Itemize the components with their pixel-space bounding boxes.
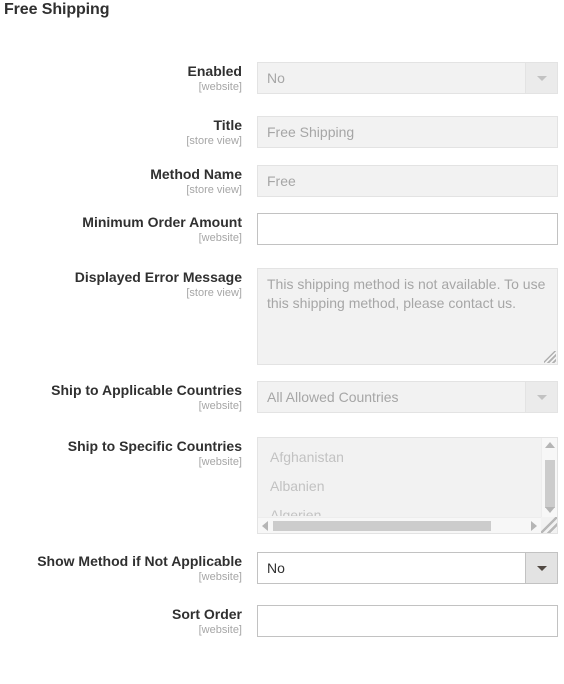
- chevron-down-icon: [536, 395, 547, 400]
- horizontal-scrollbar[interactable]: [258, 517, 541, 533]
- field-label-ship-to-applicable-countries: Ship to Applicable Countries [website]: [0, 382, 242, 413]
- chevron-down-icon: [536, 76, 547, 81]
- list-item[interactable]: Afghanistan: [258, 443, 540, 472]
- form-row-method-name: Method Name [store view] Free: [0, 159, 564, 207]
- field-control-minimum-order-amount: [257, 213, 558, 245]
- field-label-method-name: Method Name [store view]: [0, 166, 242, 197]
- ship-to-applicable-countries-select[interactable]: All Allowed Countries: [257, 381, 558, 413]
- form-row-show-method-if-not-applicable: Show Method if Not Applicable [website] …: [0, 545, 564, 599]
- page-title: Free Shipping: [4, 1, 110, 18]
- title-input[interactable]: Free Shipping: [257, 116, 558, 148]
- label-text: Displayed Error Message: [74, 269, 242, 285]
- shipping-method-form: Enabled [website] No Title [store view] …: [0, 55, 564, 649]
- field-label-ship-to-specific-countries: Ship to Specific Countries [website]: [0, 438, 242, 469]
- enabled-select[interactable]: No: [257, 62, 558, 94]
- field-control-title: Free Shipping: [257, 116, 558, 148]
- form-row-minimum-order-amount: Minimum Order Amount [website]: [0, 207, 564, 261]
- field-control-displayed-error-message: This shipping method is not available. T…: [257, 268, 558, 365]
- show-method-if-not-applicable-select[interactable]: No: [257, 552, 558, 584]
- displayed-error-message-text: This shipping method is not available. T…: [267, 276, 546, 311]
- show-method-if-not-applicable-value: No: [267, 560, 285, 576]
- form-row-ship-to-applicable-countries: Ship to Applicable Countries [website] A…: [0, 374, 564, 429]
- field-control-method-name: Free: [257, 165, 558, 197]
- field-label-title: Title [store view]: [0, 117, 242, 148]
- label-text: Sort Order: [171, 606, 242, 622]
- list-item[interactable]: Albanien: [258, 472, 540, 501]
- scroll-right-arrow-icon[interactable]: [531, 520, 537, 531]
- label-scope: [store view]: [186, 135, 242, 147]
- field-control-enabled: No: [257, 62, 558, 94]
- label-text: Show Method if Not Applicable: [37, 553, 242, 569]
- horizontal-scrollbar-thumb[interactable]: [273, 521, 491, 531]
- scroll-down-arrow-icon[interactable]: [544, 507, 555, 513]
- field-label-sort-order: Sort Order [website]: [0, 606, 242, 637]
- label-text: Title: [213, 117, 242, 133]
- label-text: Enabled: [187, 63, 242, 79]
- ship-to-applicable-countries-value: All Allowed Countries: [267, 389, 399, 405]
- enabled-select-value: No: [267, 70, 285, 86]
- vertical-scrollbar[interactable]: [541, 438, 557, 517]
- label-scope: [website]: [198, 456, 242, 468]
- field-label-show-method-if-not-applicable: Show Method if Not Applicable [website]: [0, 553, 242, 584]
- label-scope: [store view]: [186, 287, 242, 299]
- label-scope: [store view]: [186, 184, 242, 196]
- form-row-title: Title [store view] Free Shipping: [0, 110, 564, 159]
- label-scope: [website]: [198, 400, 242, 412]
- scroll-up-arrow-icon[interactable]: [544, 442, 555, 448]
- label-text: Method Name: [150, 166, 242, 182]
- field-label-minimum-order-amount: Minimum Order Amount [website]: [0, 214, 242, 245]
- free-shipping-config-page: Free Shipping Enabled [website] No Title: [0, 0, 564, 684]
- field-label-displayed-error-message: Displayed Error Message [store view]: [0, 269, 242, 300]
- label-text: Minimum Order Amount: [82, 214, 242, 230]
- field-control-sort-order: [257, 605, 558, 637]
- form-row-enabled: Enabled [website] No: [0, 55, 564, 110]
- vertical-scrollbar-thumb[interactable]: [545, 460, 555, 508]
- list-item[interactable]: Algerien: [258, 501, 540, 516]
- label-scope: [website]: [198, 571, 242, 583]
- field-label-enabled: Enabled [website]: [0, 63, 242, 94]
- form-row-displayed-error-message: Displayed Error Message [store view] Thi…: [0, 261, 564, 374]
- label-scope: [website]: [198, 232, 242, 244]
- form-row-ship-to-specific-countries: Ship to Specific Countries [website] Afg…: [0, 429, 564, 545]
- field-control-ship-to-specific-countries: Afghanistan Albanien Algerien: [257, 437, 558, 534]
- label-scope: [website]: [198, 81, 242, 93]
- minimum-order-amount-input[interactable]: [257, 213, 558, 245]
- field-control-show-method-if-not-applicable: No: [257, 552, 558, 584]
- method-name-input[interactable]: Free: [257, 165, 558, 197]
- label-text: Ship to Specific Countries: [67, 438, 242, 454]
- ship-to-specific-countries-multiselect[interactable]: Afghanistan Albanien Algerien: [257, 437, 558, 534]
- chevron-down-icon: [536, 566, 547, 571]
- scroll-left-arrow-icon[interactable]: [262, 520, 268, 531]
- label-scope: [website]: [198, 624, 242, 636]
- sort-order-input[interactable]: [257, 605, 558, 637]
- form-row-sort-order: Sort Order [website]: [0, 599, 564, 649]
- resize-handle-icon[interactable]: [544, 351, 556, 363]
- show-method-select-button[interactable]: [525, 553, 557, 583]
- field-control-ship-to-applicable-countries: All Allowed Countries: [257, 381, 558, 413]
- ship-to-applicable-countries-select-button[interactable]: [525, 382, 557, 412]
- displayed-error-message-textarea[interactable]: This shipping method is not available. T…: [257, 268, 558, 365]
- country-option-list[interactable]: Afghanistan Albanien Algerien: [258, 443, 540, 516]
- resize-handle-icon[interactable]: [541, 517, 557, 533]
- label-text: Ship to Applicable Countries: [51, 382, 242, 398]
- enabled-select-button[interactable]: [525, 63, 557, 93]
